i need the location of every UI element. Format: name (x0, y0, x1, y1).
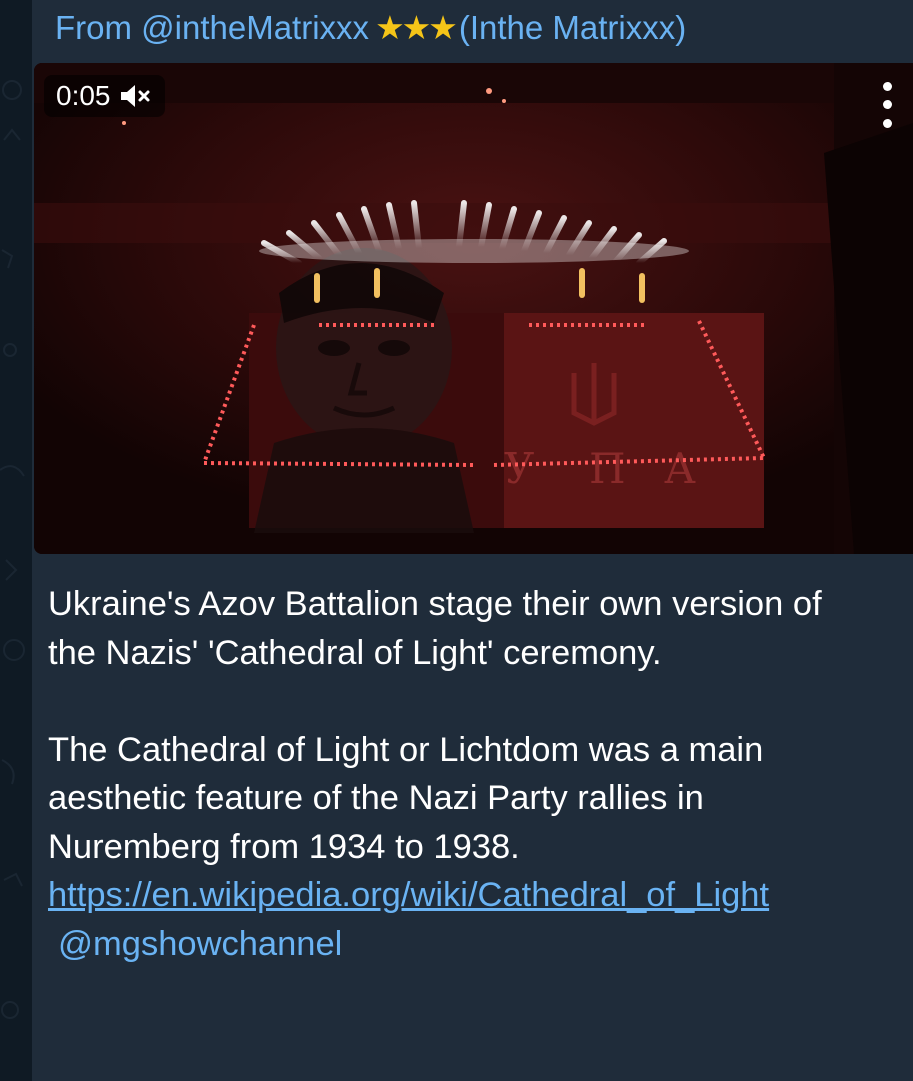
banner-letter: П (589, 444, 626, 493)
forwarded-header[interactable]: From @intheMatrixxx ★★★ (Inthe Matrixxx) (55, 8, 686, 48)
forward-source[interactable]: From @intheMatrixxx (55, 9, 369, 46)
caption-paragraph: The Cathedral of Light or Lichtdom was a… (48, 730, 764, 866)
volume-muted-icon[interactable] (119, 83, 153, 109)
video-duration: 0:05 (56, 80, 111, 111)
wikipedia-link[interactable]: https://en.wikipedia.org/wiki/Cathedral_… (48, 876, 769, 914)
menu-dot (882, 81, 892, 91)
stars-icon: ★★★ (375, 9, 458, 46)
menu-dot (882, 119, 892, 129)
video-player[interactable]: У П А 0:05 (34, 63, 913, 554)
banner-letter: А (664, 444, 696, 493)
caption-paragraph: Ukraine's Azov Battalion stage their own… (48, 585, 822, 672)
video-duration-badge[interactable]: 0:05 (44, 75, 165, 117)
message-caption: Ukraine's Azov Battalion stage their own… (48, 580, 878, 968)
video-frame: У П А (34, 63, 913, 554)
menu-dot (882, 100, 892, 110)
chat-background: From @intheMatrixxx★★★(Inthe Matrixxx) (0, 0, 913, 1081)
channel-mention[interactable]: @mgshowchannel (48, 920, 878, 969)
banner-letter: У (504, 444, 534, 493)
more-vertical-icon[interactable] (867, 77, 907, 133)
forward-source-name[interactable]: (Inthe Matrixxx) (459, 9, 686, 46)
